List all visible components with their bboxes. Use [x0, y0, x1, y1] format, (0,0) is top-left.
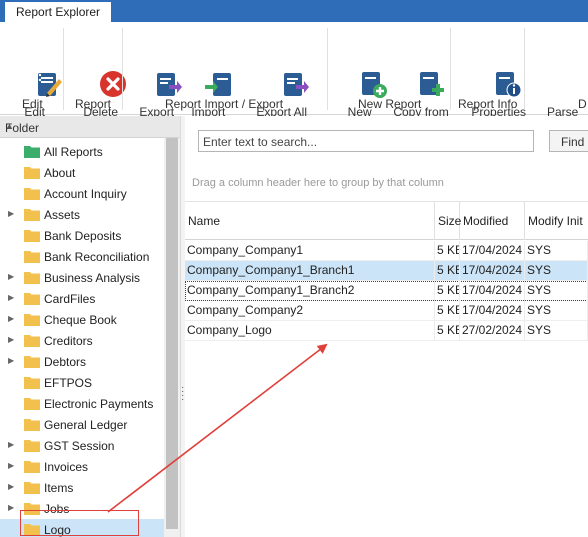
annotation-arrow — [107, 343, 328, 513]
